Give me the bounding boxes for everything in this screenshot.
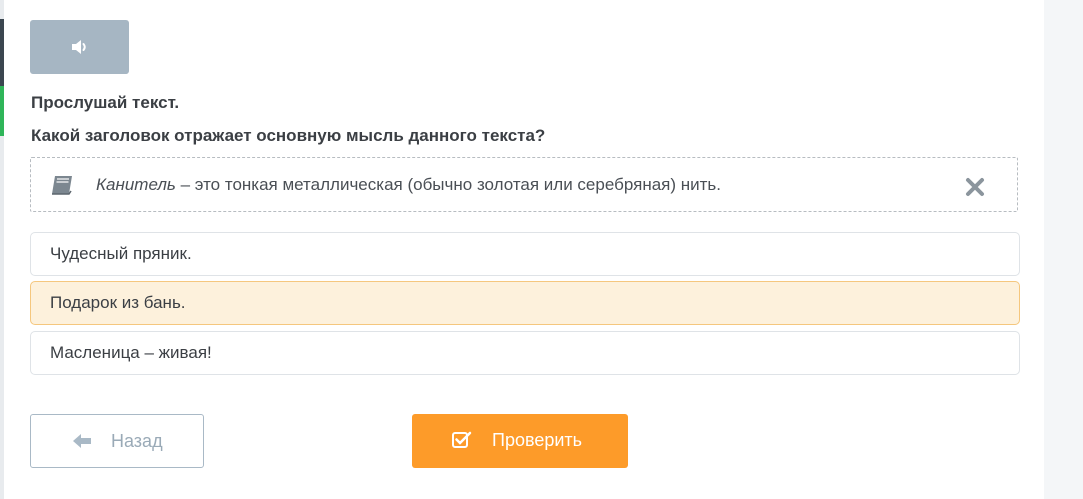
answer-option-label: Масленица – живая! (50, 343, 212, 362)
task-question: Какой заголовок отражает основную мысль … (31, 126, 546, 145)
book-icon (52, 176, 72, 195)
check-button[interactable]: Проверить (412, 414, 628, 468)
answer-option-2[interactable]: Подарок из бань. (30, 281, 1020, 325)
answer-option-label: Подарок из бань. (50, 293, 186, 312)
check-button-label: Проверить (492, 430, 583, 450)
audio-play-button[interactable] (30, 20, 129, 74)
answer-option-label: Чудесный пряник. (50, 244, 192, 263)
speaker-icon (71, 40, 86, 54)
back-button[interactable]: Назад (30, 414, 204, 468)
left-edge-strip (0, 0, 4, 499)
task-instruction: Прослушай текст. (31, 93, 180, 112)
answer-option-1[interactable]: Чудесный пряник. (30, 232, 1020, 276)
checkbox-icon (452, 431, 472, 448)
back-button-label: Назад (111, 431, 163, 451)
right-gutter (1044, 0, 1083, 499)
glossary-term: Канитель (96, 175, 176, 194)
left-edge-dark-segment (0, 19, 4, 86)
glossary-definition: – это тонкая металлическая (обычно золот… (175, 175, 721, 194)
glossary-hint: Канитель – это тонкая металлическая (обы… (30, 157, 1018, 212)
glossary-text: Канитель – это тонкая металлическая (обы… (96, 175, 721, 195)
arrow-left-icon (73, 434, 91, 448)
close-icon[interactable] (964, 176, 986, 198)
answer-option-3[interactable]: Масленица – живая! (30, 331, 1020, 375)
left-edge-progress-marker (0, 86, 4, 136)
